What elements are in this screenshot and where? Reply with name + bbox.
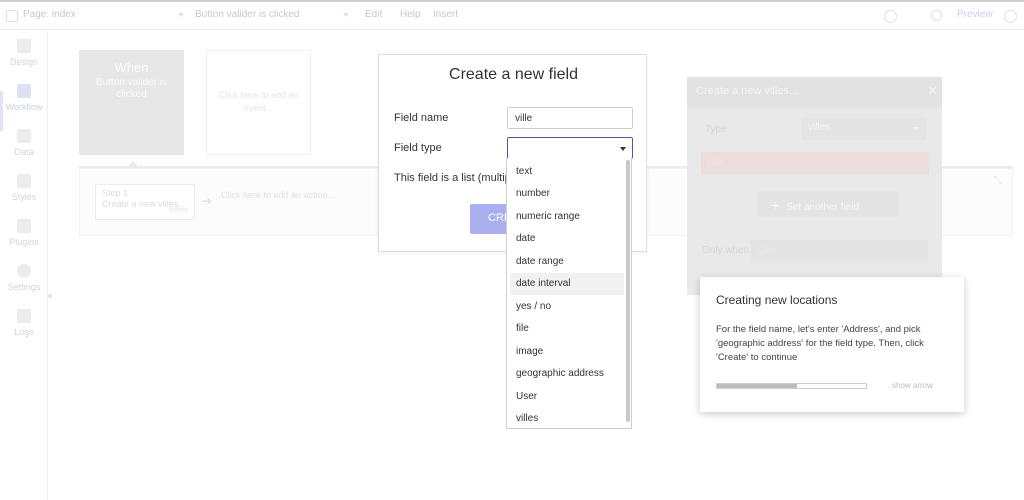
tutorial-progress-fill (717, 384, 798, 388)
sidebar-item-data[interactable]: Data (0, 129, 48, 173)
dropdown-option-date[interactable]: date (510, 228, 624, 250)
tutorial-progress-bar (716, 383, 867, 389)
action-editor-header: Create a new villes... ✕ (687, 77, 942, 107)
styles-icon (17, 174, 31, 188)
tutorial-tooltip: Creating new locations For the field nam… (700, 277, 964, 412)
set-another-field-label: Set another field (786, 202, 860, 213)
action-property-editor: Create a new villes... ✕ Type villes vil… (687, 77, 942, 295)
show-arrow-link[interactable]: show arrow (892, 381, 933, 390)
field-type-label: Field type (394, 142, 442, 154)
dropdown-option-numeric-range[interactable]: numeric range (510, 206, 624, 228)
dropdown-option-number[interactable]: number (510, 183, 624, 205)
step-card[interactable]: Step 1 Create a new villes... delete (95, 184, 195, 220)
help-menu[interactable]: Help (400, 9, 421, 20)
sidebar-item-styles[interactable]: Styles (0, 174, 48, 218)
create-button[interactable]: CREATE (470, 204, 508, 234)
search-icon[interactable] (931, 10, 942, 21)
dropdown-option-date-range[interactable]: date range (510, 251, 624, 273)
event-title: When (114, 60, 149, 75)
sidebar-item-logs[interactable]: Logs (0, 309, 48, 353)
dropdown-option-geographic-address[interactable]: geographic address (510, 363, 624, 385)
sidebar-item-label: Styles (11, 192, 37, 202)
page-caret-icon[interactable] (178, 13, 184, 17)
field-type-select[interactable] (507, 137, 633, 159)
list-checkbox-label[interactable]: This field is a list (multip (394, 172, 511, 184)
field-name-label: Field name (394, 112, 449, 124)
type-select-value: villes (808, 122, 831, 133)
field-type-dropdown[interactable]: text number numeric range date date rang… (506, 158, 632, 429)
dropdown-option-date-interval[interactable]: date interval (510, 273, 624, 295)
event-subtitle: Button valider is clicked (95, 77, 168, 100)
type-select[interactable]: villes (802, 118, 926, 140)
sidebar-item-workflow[interactable]: Workflow (0, 84, 48, 128)
logs-icon (17, 309, 31, 323)
saving-status-icon (884, 10, 897, 23)
settings-icon (17, 264, 31, 278)
close-icon[interactable]: ✕ (927, 83, 938, 99)
preview-link[interactable]: Preview (957, 9, 993, 20)
link-icon[interactable]: ⤡ (994, 175, 1002, 186)
event-card[interactable]: When Button valider is clicked (79, 50, 184, 155)
sidebar-item-label: Plugins (9, 237, 39, 247)
data-icon (17, 129, 31, 143)
left-sidebar: Design Workflow Data Styles Plugins Sett… (0, 31, 51, 500)
insert-menu[interactable]: Insert (433, 9, 458, 20)
plugins-icon (17, 219, 31, 233)
collapse-sidebar-icon[interactable] (47, 293, 51, 299)
dropdown-option-file[interactable]: file (510, 318, 624, 340)
chevron-down-icon (620, 147, 626, 151)
add-action-link[interactable]: Click here to add an action... (221, 190, 335, 200)
sidebar-item-plugins[interactable]: Plugins (0, 219, 48, 263)
add-event-card[interactable]: Click here to add an event... (206, 50, 311, 155)
sidebar-item-label: Logs (14, 327, 34, 337)
dropdown-option-image[interactable]: image (510, 341, 624, 363)
type-label: Type (705, 124, 727, 135)
page-selector[interactable]: Page: index (23, 9, 76, 20)
plus-icon: + (771, 197, 780, 213)
top-bar: Page: index Button valider is clicked Ed… (0, 0, 1024, 30)
tooltip-title: Creating new locations (716, 293, 838, 307)
event-selector[interactable]: Button valider is clicked (195, 9, 300, 20)
sidebar-item-design[interactable]: Design (0, 39, 48, 83)
dropdown-option-text[interactable]: text (510, 161, 624, 183)
dropdown-option-yes-no[interactable]: yes / no (510, 296, 624, 318)
event-caret-icon[interactable] (343, 13, 349, 17)
step-number: Step 1 (102, 188, 129, 198)
chevron-down-icon (913, 127, 919, 131)
set-another-field-button[interactable]: + Set another field (757, 191, 899, 217)
step-delete-link[interactable]: delete (169, 205, 188, 216)
only-when-label: Only when (702, 245, 750, 256)
sidebar-item-label: Design (9, 57, 38, 67)
field-name-input[interactable] (507, 107, 633, 129)
only-when-input[interactable]: Click (751, 240, 928, 262)
arrow-right-icon: ➔ (202, 194, 213, 208)
action-editor-title: Create a new villes... (696, 85, 799, 97)
dropdown-option-user[interactable]: User (510, 386, 624, 408)
page-icon[interactable] (6, 10, 18, 22)
sidebar-item-label: Workflow (5, 102, 43, 112)
dialog-title: Create a new field (449, 66, 578, 83)
design-icon (17, 39, 31, 53)
workflow-icon (17, 84, 31, 98)
tooltip-body: For the field name, let's enter 'Address… (716, 324, 924, 363)
account-icon[interactable] (1004, 10, 1017, 23)
create-button-label: CREATE (488, 212, 508, 224)
dropdown-scrollbar[interactable] (626, 160, 630, 422)
edit-menu[interactable]: Edit (365, 9, 382, 20)
field-assignment-row[interactable]: ville (701, 152, 929, 174)
dropdown-option-villes[interactable]: villes (510, 408, 624, 428)
sidebar-item-label: Settings (7, 282, 41, 292)
sidebar-item-settings[interactable]: Settings (0, 264, 48, 308)
sidebar-item-label: Data (14, 147, 34, 157)
